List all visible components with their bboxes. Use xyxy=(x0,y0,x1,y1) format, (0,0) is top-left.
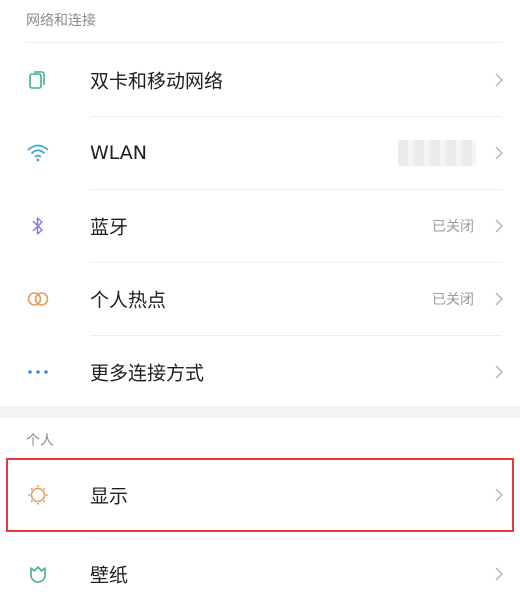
settings-item-wallpaper[interactable]: 壁纸 xyxy=(0,538,520,610)
settings-item-label: WLAN xyxy=(90,142,148,164)
highlight-box xyxy=(6,458,514,532)
settings-item-wlan[interactable]: WLAN xyxy=(0,117,520,189)
settings-item-bluetooth[interactable]: 蓝牙 已关闭 xyxy=(0,190,520,262)
settings-item-label: 蓝牙 xyxy=(90,216,129,239)
section-header-network: 网络和连接 xyxy=(26,13,96,29)
settings-item-label: 个人热点 xyxy=(90,289,167,312)
chevron-right-icon xyxy=(495,146,504,160)
settings-item-dual-sim[interactable]: 双卡和移动网络 xyxy=(0,44,520,116)
wifi-icon xyxy=(26,141,50,165)
hotspot-icon xyxy=(26,287,50,311)
sim-card-icon xyxy=(26,68,50,92)
chevron-right-icon xyxy=(495,292,504,306)
status-text: 已关闭 xyxy=(432,292,474,308)
chevron-right-icon xyxy=(495,73,504,87)
section-gap xyxy=(0,406,520,418)
wallpaper-flower-icon xyxy=(26,562,50,586)
more-dots-icon xyxy=(26,360,50,384)
status-text: 已关闭 xyxy=(432,219,474,235)
settings-item-label: 壁纸 xyxy=(90,564,129,587)
settings-item-label: 更多连接方式 xyxy=(90,362,205,385)
chevron-right-icon xyxy=(495,219,504,233)
section-header-personal: 个人 xyxy=(26,433,54,449)
settings-item-more-connections[interactable]: 更多连接方式 xyxy=(0,336,520,408)
settings-item-hotspot[interactable]: 个人热点 已关闭 xyxy=(0,263,520,335)
settings-item-label: 双卡和移动网络 xyxy=(90,70,224,93)
chevron-right-icon xyxy=(495,365,504,379)
bluetooth-icon xyxy=(26,214,50,238)
redacted-network-name xyxy=(398,140,476,166)
chevron-right-icon xyxy=(495,567,504,581)
section-divider xyxy=(26,42,502,43)
